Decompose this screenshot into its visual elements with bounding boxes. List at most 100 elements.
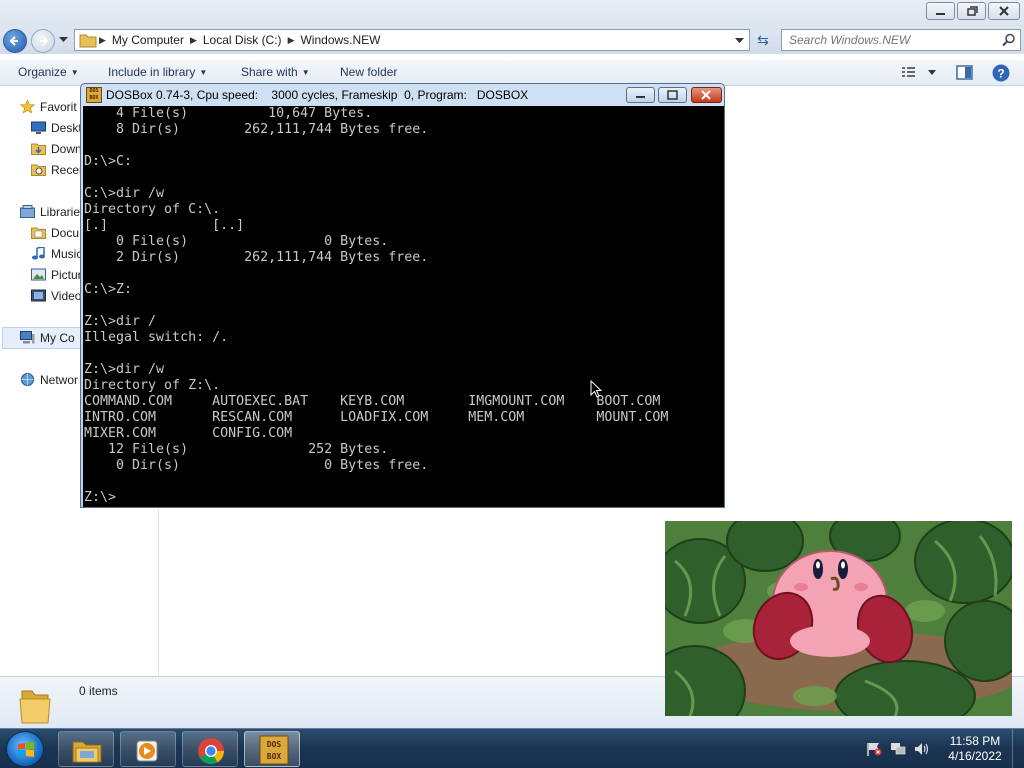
console-line: Directory of C:\. bbox=[84, 202, 221, 217]
volume-icon[interactable] bbox=[914, 742, 930, 756]
console-line: Z:\>dir / bbox=[84, 314, 157, 329]
explorer-titlebar bbox=[0, 0, 1024, 26]
help-icon: ? bbox=[992, 64, 1010, 82]
desktop-icon bbox=[31, 121, 46, 134]
start-button[interactable] bbox=[6, 731, 44, 767]
clock-time: 11:58 PM bbox=[949, 734, 1001, 748]
nav-desktop[interactable]: Deskt bbox=[31, 121, 82, 135]
search-box[interactable] bbox=[781, 29, 1021, 51]
address-dropdown-icon[interactable] bbox=[735, 38, 744, 44]
organize-label: Organize bbox=[18, 65, 67, 79]
arrow-right-icon bbox=[40, 36, 49, 46]
search-icon[interactable] bbox=[1002, 33, 1016, 47]
minimize-icon bbox=[936, 13, 945, 15]
console-line: Illegal switch: /. bbox=[84, 330, 229, 345]
dos-console-screen[interactable]: 4 File(s) 10,647 Bytes. 8 Dir(s) 262,111… bbox=[83, 106, 724, 507]
nav-desktop-label: Deskt bbox=[51, 121, 82, 135]
nav-network-label: Networ bbox=[40, 373, 79, 387]
search-input[interactable] bbox=[782, 30, 992, 50]
console-line: 2 Dir(s) 262,111,744 Bytes free. bbox=[84, 250, 429, 265]
close-button[interactable] bbox=[988, 2, 1020, 20]
taskbar-chrome-button[interactable] bbox=[182, 731, 238, 767]
nav-videos[interactable]: Video bbox=[31, 289, 81, 303]
address-path-box[interactable]: ▶ My Computer ▶ Local Disk (C:) ▶ Window… bbox=[74, 29, 750, 51]
chevron-down-icon: ▼ bbox=[199, 68, 208, 77]
item-count: 0 items bbox=[79, 684, 118, 698]
show-desktop-button[interactable] bbox=[1012, 729, 1024, 768]
svg-text:BOX: BOX bbox=[267, 752, 282, 761]
preview-pane-button[interactable] bbox=[956, 65, 974, 84]
windows-explorer-icon bbox=[72, 741, 102, 763]
change-view-button[interactable] bbox=[901, 65, 939, 82]
maximize-icon bbox=[667, 90, 678, 100]
nav-documents[interactable]: Docu bbox=[31, 226, 79, 240]
dos-console-output: 4 File(s) 10,647 Bytes. 8 Dir(s) 262,111… bbox=[84, 106, 668, 506]
nav-favorites[interactable]: Favorit bbox=[20, 100, 77, 114]
taskbar-media-player-button[interactable] bbox=[120, 731, 176, 767]
address-bar: ▶ My Computer ▶ Local Disk (C:) ▶ Window… bbox=[0, 26, 1024, 54]
folder-icon bbox=[79, 34, 97, 48]
breadcrumb-separator[interactable]: ▶ bbox=[286, 35, 297, 46]
back-button[interactable] bbox=[3, 29, 27, 53]
breadcrumb-separator[interactable]: ▶ bbox=[188, 35, 199, 46]
restore-button[interactable] bbox=[957, 2, 986, 20]
nav-my-computer[interactable]: My Co bbox=[20, 331, 75, 345]
taskbar-explorer-button[interactable] bbox=[58, 731, 114, 767]
svg-text:?: ? bbox=[997, 67, 1004, 81]
minimize-button[interactable] bbox=[926, 2, 955, 20]
breadcrumb-windows-new[interactable]: Windows.NEW bbox=[296, 33, 384, 47]
chrome-icon bbox=[198, 738, 225, 765]
overlay-image bbox=[665, 521, 1012, 716]
dosbox-logo-icon: DOS BOX bbox=[86, 87, 102, 103]
media-player-icon bbox=[136, 740, 158, 762]
nav-libraries-label: Librarie bbox=[40, 205, 81, 219]
dosbox-titlebar[interactable]: DOS BOX DOSBox 0.74-3, Cpu speed: 3000 cy… bbox=[81, 84, 724, 106]
console-line: Z:\>dir /w bbox=[84, 362, 165, 377]
network-tray-icon[interactable] bbox=[890, 742, 906, 756]
breadcrumb-my-computer[interactable]: My Computer bbox=[108, 33, 188, 47]
nav-libraries[interactable]: Librarie bbox=[20, 205, 80, 219]
share-with-button[interactable]: Share with ▼ bbox=[241, 65, 310, 79]
include-in-library-button[interactable]: Include in library ▼ bbox=[108, 65, 207, 79]
nav-music-label: Music bbox=[51, 247, 83, 261]
breadcrumb-separator[interactable]: ▶ bbox=[97, 35, 108, 46]
nav-network[interactable]: Networ bbox=[20, 373, 78, 387]
nav-pictures[interactable]: Pictur bbox=[31, 268, 82, 282]
libraries-icon bbox=[20, 205, 35, 218]
system-clock[interactable]: 11:58 PM 4/16/2022 bbox=[940, 734, 1010, 764]
close-icon bbox=[999, 6, 1009, 16]
arrow-left-icon bbox=[9, 36, 18, 46]
console-line: COMMAND.COM AUTOEXEC.BAT KEYB.COM IMGMOU… bbox=[84, 394, 661, 409]
taskbar-dosbox-button[interactable]: DOS BOX bbox=[244, 731, 300, 767]
forward-button[interactable] bbox=[31, 29, 55, 53]
refresh-button[interactable]: ⇆ bbox=[752, 29, 774, 51]
minimize-icon bbox=[636, 96, 645, 98]
new-folder-button[interactable]: New folder bbox=[340, 65, 397, 79]
dosbox-close-button[interactable] bbox=[691, 87, 722, 103]
dosbox-maximize-button[interactable] bbox=[658, 87, 687, 103]
nav-recent[interactable]: Recen bbox=[31, 163, 86, 177]
downloads-folder-icon bbox=[31, 143, 46, 155]
mouse-cursor-icon bbox=[590, 380, 603, 398]
nav-downloads[interactable]: Down bbox=[31, 142, 82, 156]
organize-button[interactable]: Organize ▼ bbox=[18, 65, 79, 79]
dosbox-icon: DOS BOX bbox=[259, 735, 289, 765]
dosbox-window[interactable]: DOS BOX DOSBox 0.74-3, Cpu speed: 3000 cy… bbox=[80, 83, 725, 508]
recent-places-icon bbox=[31, 164, 46, 176]
chevron-down-icon: ▼ bbox=[301, 68, 310, 77]
nav-pictures-label: Pictur bbox=[51, 268, 82, 282]
dosbox-minimize-button[interactable] bbox=[626, 87, 655, 103]
videos-icon bbox=[31, 289, 46, 302]
svg-text:DOS: DOS bbox=[267, 740, 282, 749]
breadcrumb-local-disk[interactable]: Local Disk (C:) bbox=[199, 33, 286, 47]
nav-favorites-label: Favorit bbox=[40, 100, 77, 114]
console-line: Directory of Z:\. bbox=[84, 378, 221, 393]
help-button[interactable]: ? bbox=[991, 63, 1011, 86]
console-line: 12 File(s) 252 Bytes. bbox=[84, 442, 389, 457]
computer-icon bbox=[20, 331, 35, 344]
recent-pages-dropdown[interactable] bbox=[59, 37, 68, 43]
nav-music[interactable]: Music bbox=[31, 247, 82, 261]
action-center-flag-icon[interactable] bbox=[866, 742, 882, 756]
